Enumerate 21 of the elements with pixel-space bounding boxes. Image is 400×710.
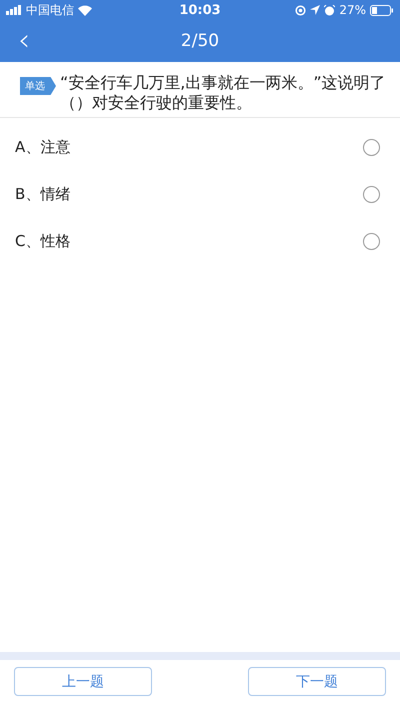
alarm-icon — [324, 4, 336, 16]
question-text: “安全行车几万里,出事就在一两米。”这说明了（）对安全行驶的重要性。 — [60, 73, 386, 113]
radio-button[interactable] — [363, 186, 380, 203]
clock-time: 10:03 — [179, 2, 221, 18]
back-button[interactable]: ‹ — [12, 26, 36, 56]
option-label: B、情绪 — [15, 185, 70, 204]
radio-button[interactable] — [363, 139, 380, 156]
previous-button[interactable]: 上一题 — [14, 667, 152, 696]
location-icon — [310, 5, 320, 15]
single-choice-tag: 单选 — [20, 77, 56, 95]
signal-icon — [6, 5, 22, 15]
radio-button[interactable] — [363, 233, 380, 250]
battery-icon — [370, 4, 394, 16]
next-button[interactable]: 下一题 — [248, 667, 386, 696]
wifi-icon — [78, 4, 92, 16]
option-label: A、注意 — [15, 138, 70, 157]
battery-percent: 27% — [339, 3, 366, 17]
option-label: C、性格 — [15, 232, 70, 251]
carrier-name: 中国电信 — [26, 2, 74, 18]
page-title: 2/50 — [180, 31, 220, 51]
rotation-lock-icon — [295, 4, 306, 16]
